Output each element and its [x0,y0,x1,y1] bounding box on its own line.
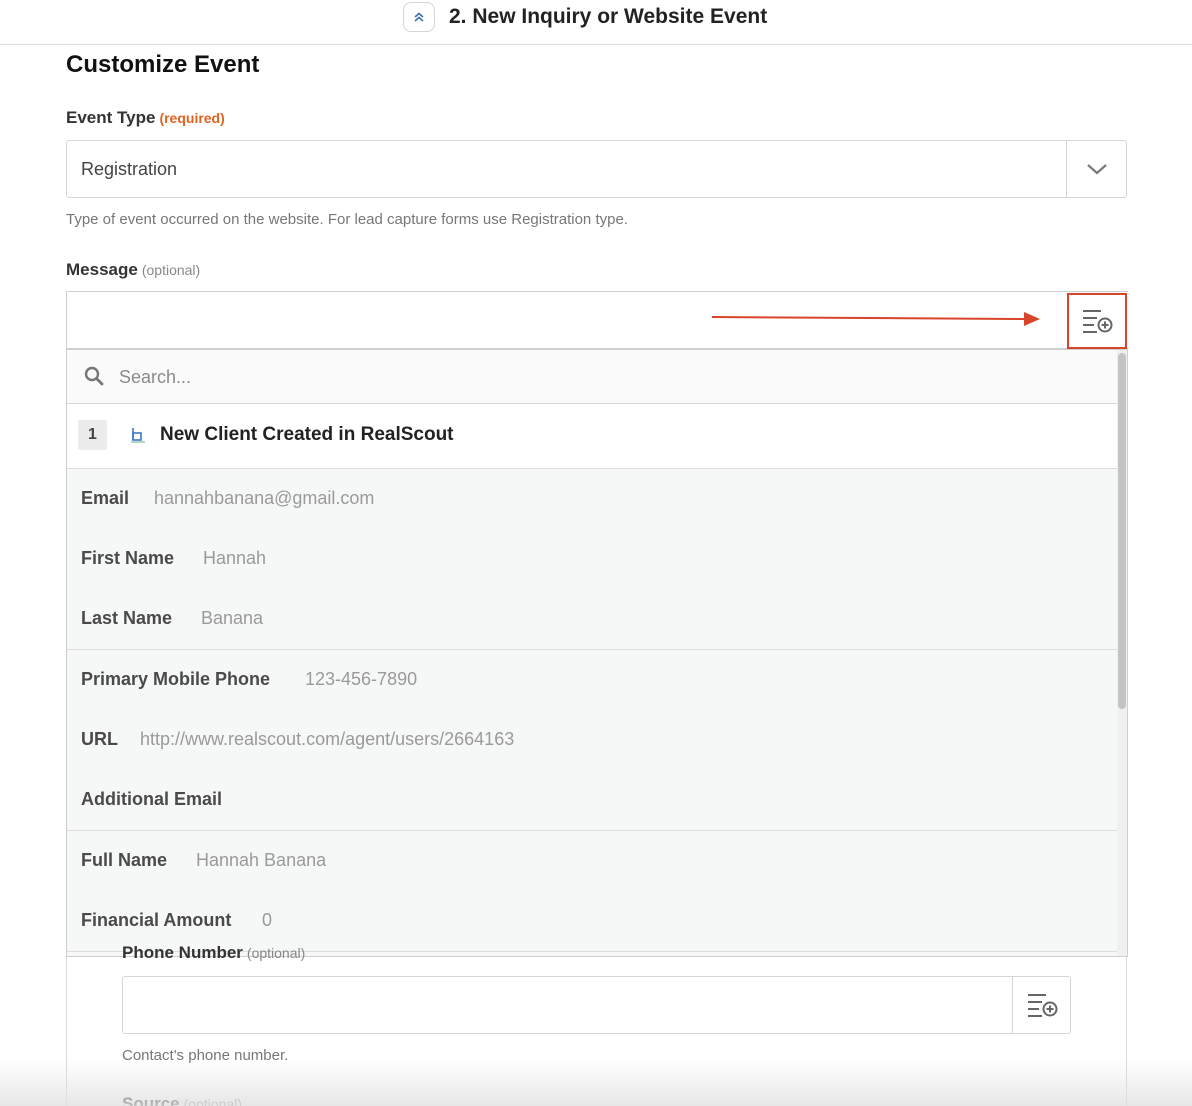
event-type-select[interactable]: Registration [66,140,1127,198]
option-key: First Name [81,548,175,568]
step-title: 2. New Inquiry or Website Event [449,5,768,28]
option-value: 123-456-7890 [305,669,418,689]
chevron-double-up-icon [414,12,424,22]
optional-tag: (optional) [246,945,306,961]
option-key: Financial Amount [81,910,232,930]
event-type-label-text: Event Type [66,108,156,127]
realscout-app-icon [131,428,145,443]
source-label: Source (optional) [122,1094,242,1106]
dropdown-scrollbar[interactable] [1117,350,1127,956]
field-option-email[interactable]: Email hannahbanana@gmail.com [67,469,1117,530]
field-option-additional-email[interactable]: Additional Email [67,770,1117,831]
phone-number-input[interactable] [122,976,1013,1034]
message-label-text: Message [66,260,138,279]
dropdown-search-input[interactable] [119,364,1019,390]
optional-tag: (optional) [183,1096,243,1106]
option-key: Last Name [81,608,173,628]
chevron-down-icon [1086,164,1107,175]
step-name: New Client Created in RealScout [160,424,454,445]
insert-data-button[interactable] [1067,293,1127,349]
source-label-text: Source [122,1094,180,1106]
scrollbar-thumb[interactable] [1118,353,1126,709]
event-type-label: Event Type (required) [66,108,225,128]
option-value: Banana [201,608,264,628]
option-value: Hannah Banana [196,850,327,870]
option-key: URL [81,729,118,749]
field-option-primary-mobile-phone[interactable]: Primary Mobile Phone 123-456-7890 [67,650,1117,711]
option-key: Primary Mobile Phone [81,669,271,689]
step-number: 1 [78,420,107,450]
field-option-last-name[interactable]: Last Name Banana [67,589,1117,650]
list-add-icon [1027,994,1057,1017]
event-type-dropdown-toggle[interactable] [1066,141,1126,197]
field-option-full-name[interactable]: Full Name Hannah Banana [67,831,1117,892]
event-type-value: Registration [81,159,178,179]
collapse-step-button[interactable] [403,2,435,32]
section-title: Customize Event [66,51,260,78]
list-add-icon [1083,310,1113,333]
option-key: Full Name [81,850,168,870]
event-type-help: Type of event occurred on the website. F… [66,211,628,228]
dropdown-step-header[interactable]: 1 New Client Created in RealScout [67,404,1117,469]
field-option-url[interactable]: URL http://www.realscout.com/agent/users… [67,710,1117,771]
search-icon [84,366,104,386]
insert-data-dropdown: 1 New Client Created in RealScout Email … [66,349,1128,957]
phone-insert-data-button[interactable] [1012,976,1071,1034]
option-key: Email [81,488,130,508]
option-value: 0 [262,910,273,930]
field-option-first-name[interactable]: First Name Hannah [67,529,1117,590]
message-label: Message (optional) [66,260,200,280]
phone-help: Contact's phone number. [122,1047,289,1064]
option-value: http://www.realscout.com/agent/users/266… [140,729,515,749]
option-value: Hannah [203,548,267,568]
phone-label-text: Phone Number [122,944,243,961]
required-tag: (required) [159,110,225,126]
phone-label: Phone Number (optional) [122,944,305,961]
annotation-arrow [712,312,1040,326]
dropdown-search-row [67,350,1117,404]
option-key: Additional Email [81,789,223,809]
optional-tag: (optional) [141,262,201,278]
field-option-financial-amount[interactable]: Financial Amount 0 [67,891,1117,952]
step-header: 2. New Inquiry or Website Event [0,0,1192,45]
option-value: hannahbanana@gmail.com [154,488,375,508]
